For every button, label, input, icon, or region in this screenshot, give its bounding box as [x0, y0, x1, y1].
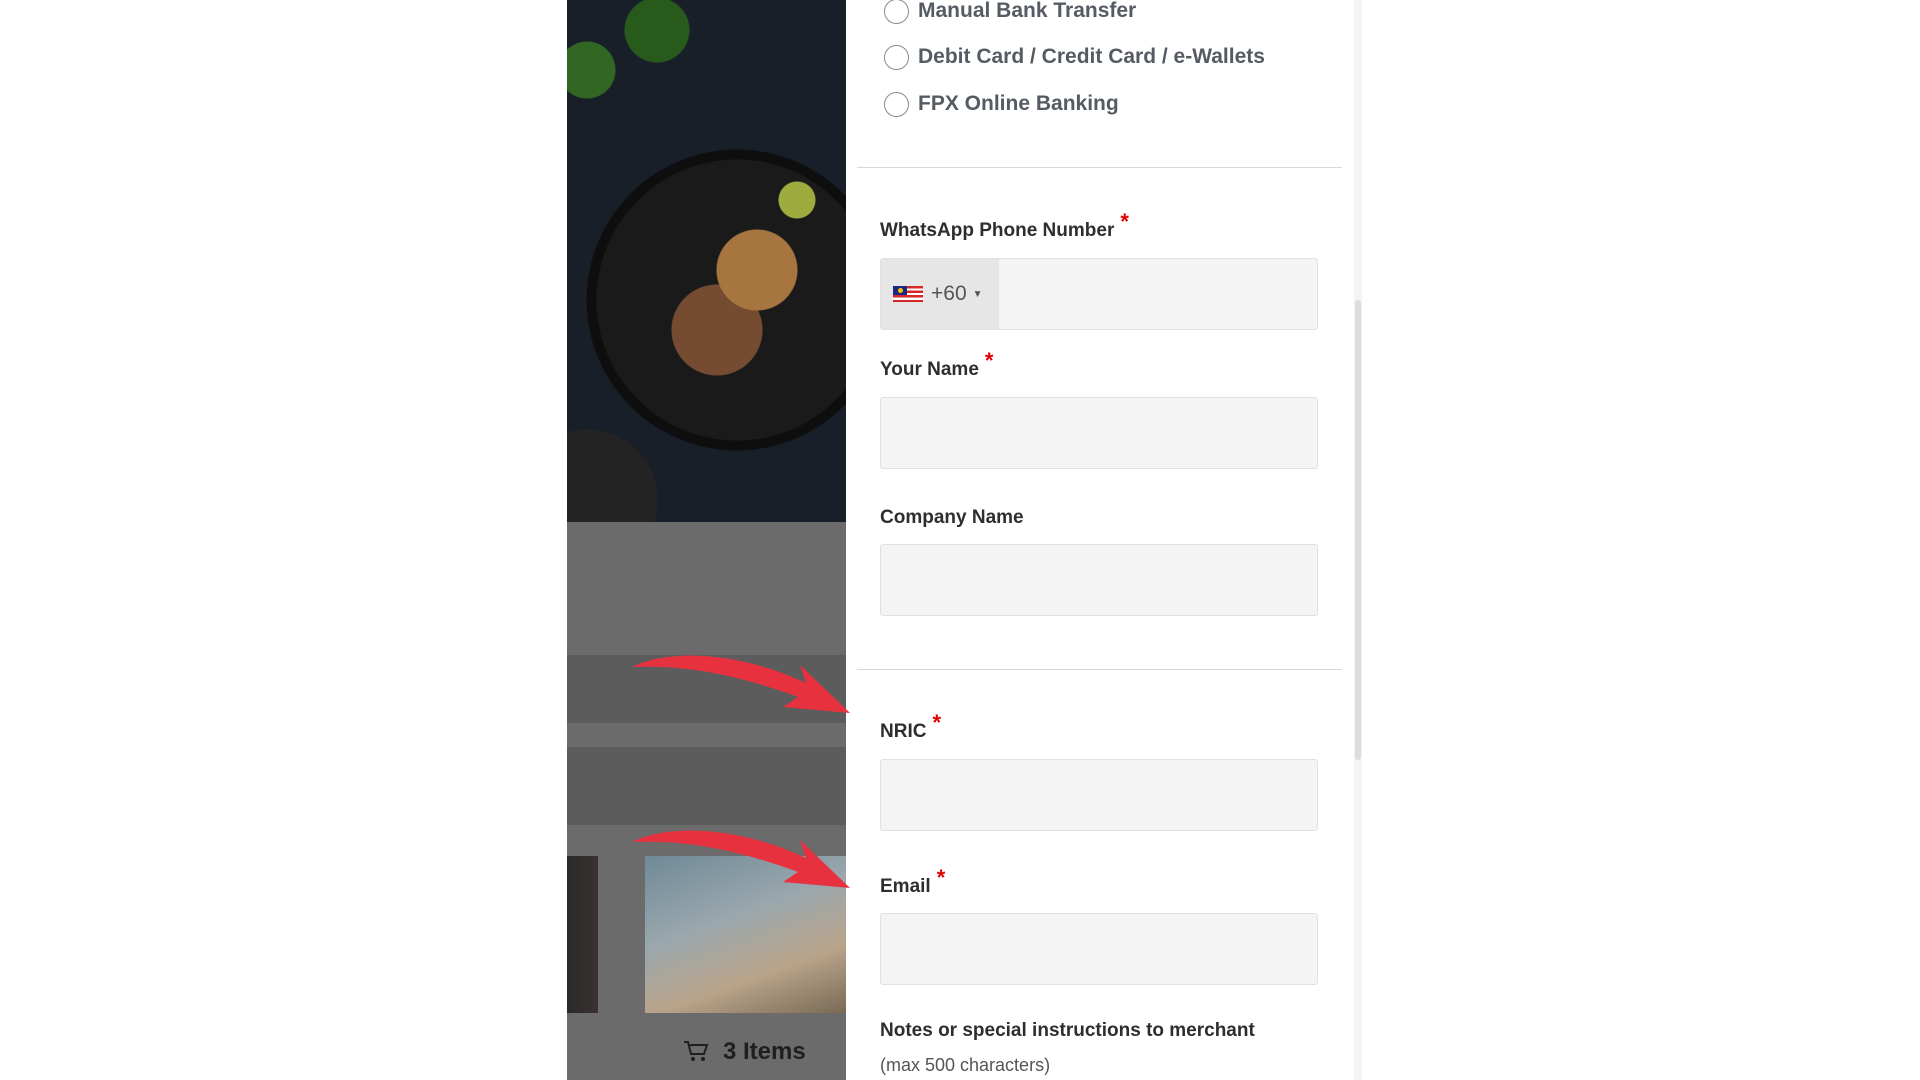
background-stripe	[567, 747, 846, 825]
dial-code: +60	[931, 282, 967, 305]
required-marker: *	[932, 710, 942, 735]
country-code-selector[interactable]: +60 ▼	[881, 259, 999, 329]
payment-option-label: Debit Card / Credit Card / e-Wallets	[918, 45, 1265, 68]
scrollbar-thumb[interactable]	[1355, 300, 1361, 760]
nric-input[interactable]	[880, 759, 1318, 831]
whatsapp-phone-input[interactable]: +60 ▼	[880, 258, 1318, 330]
background-page-overlay: 3 Items	[567, 0, 846, 1080]
field-label-text: Company Name	[880, 507, 1024, 528]
payment-option-manual-bank-transfer[interactable]: Manual Bank Transfer	[884, 0, 1136, 26]
field-label-text: NRIC	[880, 721, 927, 742]
payment-option-fpx[interactable]: FPX Online Banking	[884, 89, 1119, 119]
annotation-arrow-icon	[632, 830, 850, 888]
annotation-arrow-icon	[632, 655, 850, 713]
notes-character-limit: (max 500 characters)	[880, 1055, 1051, 1075]
email-input[interactable]	[880, 913, 1318, 985]
product-thumbnail	[567, 856, 598, 1013]
notes-label: Notes or special instructions to merchan…	[880, 1020, 1255, 1041]
cart-icon	[684, 1041, 709, 1061]
section-divider	[857, 167, 1342, 168]
field-label-text: WhatsApp Phone Number	[880, 220, 1115, 241]
radio-button[interactable]	[884, 0, 909, 24]
required-marker: *	[984, 348, 994, 373]
caret-down-icon: ▼	[972, 288, 983, 300]
payment-option-card-ewallet[interactable]: Debit Card / Credit Card / e-Wallets	[884, 42, 1265, 72]
cart-item-count: 3 Items	[723, 1038, 806, 1065]
payment-option-label: FPX Online Banking	[918, 92, 1119, 115]
your-name-label: Your Name *	[880, 348, 993, 381]
food-photo	[567, 0, 846, 522]
radio-button[interactable]	[884, 44, 909, 70]
email-label: Email *	[880, 865, 945, 898]
malaysia-flag-icon	[893, 286, 923, 302]
nric-label: NRIC *	[880, 710, 941, 743]
whatsapp-phone-label: WhatsApp Phone Number *	[880, 209, 1129, 242]
section-divider	[857, 669, 1342, 670]
cart-bar[interactable]: 3 Items	[567, 1014, 846, 1080]
company-name-input[interactable]	[880, 544, 1318, 616]
field-label-text: Your Name	[880, 359, 979, 380]
field-label-text: Email	[880, 876, 931, 897]
required-marker: *	[936, 865, 946, 890]
payment-option-label: Manual Bank Transfer	[918, 0, 1137, 22]
required-marker: *	[1120, 209, 1129, 234]
company-name-label: Company Name	[880, 507, 1024, 529]
your-name-input[interactable]	[880, 397, 1318, 469]
radio-button[interactable]	[884, 91, 909, 117]
